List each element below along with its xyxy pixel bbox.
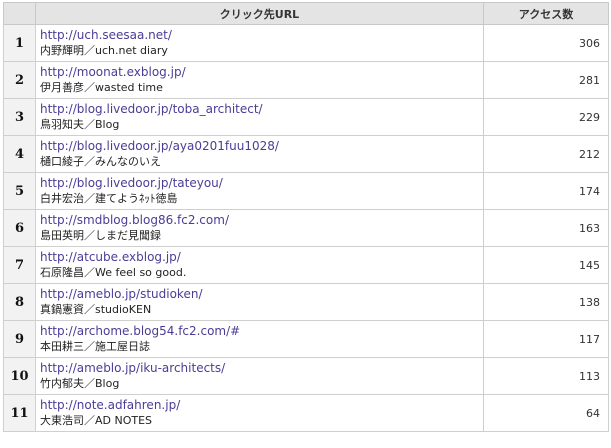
table-row: 10 http://ameblo.jp/iku-architects/ 竹内郁夫… [3, 357, 609, 395]
table-body: 1 http://uch.seesaa.net/ 内野輝明／uch.net di… [3, 24, 609, 432]
rank-number: 10 [3, 357, 36, 395]
access-count: 212 [483, 135, 609, 173]
table-row: 5 http://blog.livedoor.jp/tateyou/ 白井宏治／… [3, 172, 609, 210]
access-count: 163 [483, 209, 609, 247]
access-count: 145 [483, 246, 609, 284]
access-count: 113 [483, 357, 609, 395]
rank-number: 1 [3, 24, 36, 62]
rank-number: 9 [3, 320, 36, 358]
rank-number: 11 [3, 394, 36, 432]
blog-url-link[interactable]: http://uch.seesaa.net/ [40, 28, 483, 43]
access-count: 306 [483, 24, 609, 62]
author-blog-name: 島田英明／しまだ見聞録 [40, 229, 161, 242]
author-blog-name: 内野輝明／uch.net diary [40, 44, 168, 57]
blog-url-link[interactable]: http://blog.livedoor.jp/aya0201fuu1028/ [40, 139, 483, 154]
access-count: 174 [483, 172, 609, 210]
author-blog-name: 伊月善彦／wasted time [40, 81, 163, 94]
table-row: 7 http://atcube.exblog.jp/ 石原隆昌／We feel … [3, 246, 609, 284]
rank-number: 8 [3, 283, 36, 321]
url-cell: http://ameblo.jp/iku-architects/ 竹内郁夫／Bl… [35, 357, 484, 395]
rank-column-header [3, 2, 36, 25]
url-cell: http://blog.livedoor.jp/tateyou/ 白井宏治／建て… [35, 172, 484, 210]
author-blog-name: 石原隆昌／We feel so good. [40, 266, 187, 279]
url-cell: http://note.adfahren.jp/ 大東浩司／AD NOTES [35, 394, 484, 432]
author-blog-name: 白井宏治／建てようﾈｯﾄ徳島 [40, 192, 178, 205]
url-column-header: クリック先URL [35, 2, 484, 25]
blog-url-link[interactable]: http://moonat.exblog.jp/ [40, 65, 483, 80]
rank-number: 2 [3, 61, 36, 99]
table-row: 1 http://uch.seesaa.net/ 内野輝明／uch.net di… [3, 24, 609, 62]
url-cell: http://blog.livedoor.jp/toba_architect/ … [35, 98, 484, 136]
rank-number: 7 [3, 246, 36, 284]
table-row: 11 http://note.adfahren.jp/ 大東浩司／AD NOTE… [3, 394, 609, 432]
access-ranking-table: クリック先URL アクセス数 1 http://uch.seesaa.net/ … [3, 2, 609, 432]
blog-url-link[interactable]: http://smdblog.blog86.fc2.com/ [40, 213, 483, 228]
count-column-header: アクセス数 [483, 2, 609, 25]
rank-number: 6 [3, 209, 36, 247]
url-cell: http://blog.livedoor.jp/aya0201fuu1028/ … [35, 135, 484, 173]
author-blog-name: 本田耕三／施工屋日誌 [40, 340, 150, 353]
author-blog-name: 樋口綾子／みんなのいえ [40, 155, 161, 168]
blog-url-link[interactable]: http://note.adfahren.jp/ [40, 398, 483, 413]
blog-url-link[interactable]: http://ameblo.jp/studioken/ [40, 287, 483, 302]
blog-url-link[interactable]: http://archome.blog54.fc2.com/# [40, 324, 483, 339]
table-row: 9 http://archome.blog54.fc2.com/# 本田耕三／施… [3, 320, 609, 358]
table-row: 6 http://smdblog.blog86.fc2.com/ 島田英明／しま… [3, 209, 609, 247]
table-header-row: クリック先URL アクセス数 [3, 2, 609, 25]
access-count: 229 [483, 98, 609, 136]
access-count: 117 [483, 320, 609, 358]
url-cell: http://uch.seesaa.net/ 内野輝明／uch.net diar… [35, 24, 484, 62]
table-row: 3 http://blog.livedoor.jp/toba_architect… [3, 98, 609, 136]
author-blog-name: 竹内郁夫／Blog [40, 377, 120, 390]
author-blog-name: 鳥羽知夫／Blog [40, 118, 120, 131]
access-count: 64 [483, 394, 609, 432]
author-blog-name: 大東浩司／AD NOTES [40, 414, 153, 427]
table-row: 8 http://ameblo.jp/studioken/ 真鍋憲資／studi… [3, 283, 609, 321]
blog-url-link[interactable]: http://ameblo.jp/iku-architects/ [40, 361, 483, 376]
rank-number: 5 [3, 172, 36, 210]
blog-url-link[interactable]: http://blog.livedoor.jp/tateyou/ [40, 176, 483, 191]
blog-url-link[interactable]: http://atcube.exblog.jp/ [40, 250, 483, 265]
url-cell: http://atcube.exblog.jp/ 石原隆昌／We feel so… [35, 246, 484, 284]
rank-number: 3 [3, 98, 36, 136]
rank-number: 4 [3, 135, 36, 173]
blog-url-link[interactable]: http://blog.livedoor.jp/toba_architect/ [40, 102, 483, 117]
url-cell: http://smdblog.blog86.fc2.com/ 島田英明／しまだ見… [35, 209, 484, 247]
author-blog-name: 真鍋憲資／studioKEN [40, 303, 152, 316]
table-row: 2 http://moonat.exblog.jp/ 伊月善彦／wasted t… [3, 61, 609, 99]
url-cell: http://archome.blog54.fc2.com/# 本田耕三／施工屋… [35, 320, 484, 358]
access-count: 138 [483, 283, 609, 321]
url-cell: http://moonat.exblog.jp/ 伊月善彦／wasted tim… [35, 61, 484, 99]
url-cell: http://ameblo.jp/studioken/ 真鍋憲資／studioK… [35, 283, 484, 321]
table-row: 4 http://blog.livedoor.jp/aya0201fuu1028… [3, 135, 609, 173]
access-count: 281 [483, 61, 609, 99]
